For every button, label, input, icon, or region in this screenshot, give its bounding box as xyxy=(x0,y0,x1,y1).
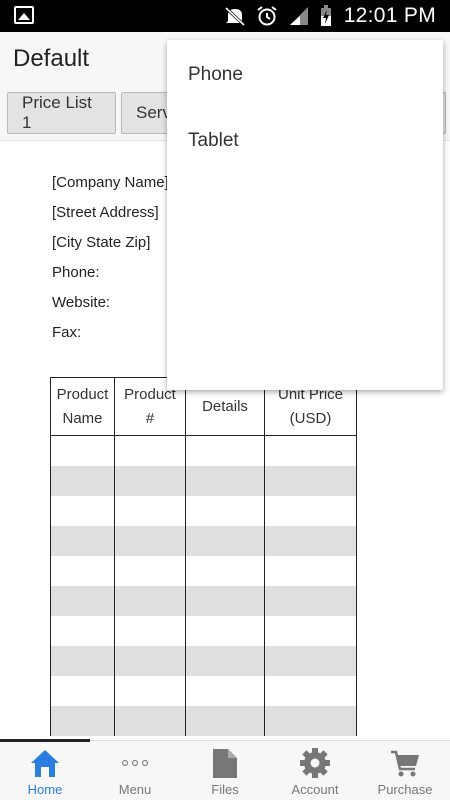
table-row xyxy=(50,495,357,526)
table-row xyxy=(50,465,357,496)
nav-purchase[interactable]: Purchase xyxy=(360,741,450,800)
battery-charging-icon xyxy=(321,5,331,26)
header-text: # xyxy=(145,409,155,427)
company-name-field: [Company Name] xyxy=(52,174,169,191)
table-body xyxy=(50,435,357,736)
bottom-navigation: Home Menu Files Account Purchase xyxy=(0,739,450,800)
table-row xyxy=(50,555,357,586)
tab-price-list-1[interactable]: Price List 1 xyxy=(7,92,116,134)
nav-label: Home xyxy=(27,782,63,797)
table-row xyxy=(50,645,357,676)
status-icons xyxy=(224,5,332,27)
fax-field: Fax: xyxy=(52,324,82,341)
website-field: Website: xyxy=(52,294,111,311)
table-row xyxy=(50,435,357,466)
alarm-icon xyxy=(257,6,277,26)
phone-field: Phone: xyxy=(52,264,100,281)
home-icon xyxy=(31,750,59,777)
menu-item-tablet[interactable]: Tablet xyxy=(188,130,239,152)
table-row xyxy=(50,615,357,646)
cart-icon xyxy=(391,750,419,777)
nav-label: Menu xyxy=(118,782,152,797)
gallery-icon xyxy=(14,6,34,24)
status-time: 12:01 PM xyxy=(343,4,436,27)
file-icon xyxy=(213,749,237,778)
nav-label: Account xyxy=(291,782,339,797)
nav-files[interactable]: Files xyxy=(180,741,270,800)
page-title: Default xyxy=(13,45,90,72)
price-table: Product Name Product # Details Unit Pric… xyxy=(50,377,357,736)
nav-label: Files xyxy=(211,782,239,797)
table-row xyxy=(50,585,357,616)
dots-icon xyxy=(121,759,149,767)
signal-icon xyxy=(290,7,308,25)
device-dropdown-menu: Phone Tablet xyxy=(167,40,443,390)
nav-label: Purchase xyxy=(377,782,433,797)
nav-menu[interactable]: Menu xyxy=(90,741,180,800)
status-bar: 12:01 PM xyxy=(0,0,450,32)
header-text: Product xyxy=(56,385,109,403)
mute-icon xyxy=(224,6,246,26)
nav-home[interactable]: Home xyxy=(0,741,90,800)
header-text: Name xyxy=(62,409,103,427)
street-address-field: [Street Address] xyxy=(52,204,159,221)
header-text: (USD) xyxy=(289,409,332,427)
nav-account[interactable]: Account xyxy=(270,741,360,800)
menu-item-phone[interactable]: Phone xyxy=(188,64,243,86)
city-state-zip-field: [City State Zip] xyxy=(52,234,151,251)
table-row xyxy=(50,705,357,736)
header-text: Details xyxy=(202,397,248,415)
table-row xyxy=(50,525,357,556)
gear-icon xyxy=(300,748,330,778)
header-product-name: Product Name xyxy=(50,377,115,436)
table-row xyxy=(50,675,357,706)
